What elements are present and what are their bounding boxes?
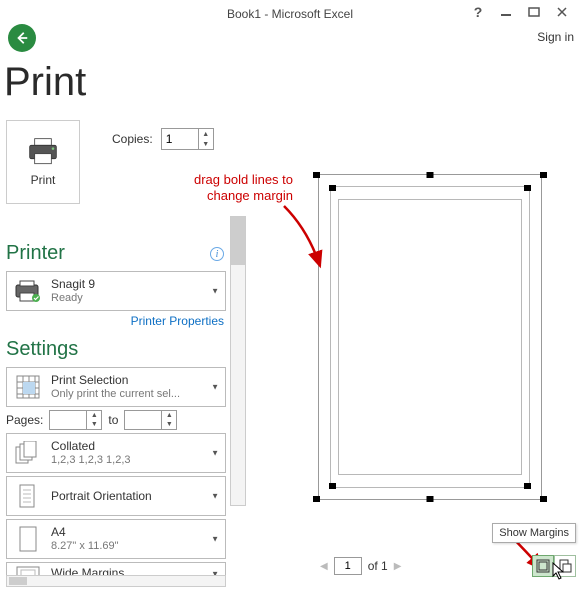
pages-from-input[interactable] xyxy=(50,411,86,429)
page-navigator: ◀ of 1 ▶ xyxy=(320,557,401,575)
margin-guide-inner[interactable] xyxy=(338,199,522,475)
margin-handle[interactable] xyxy=(540,496,547,502)
page-total-label: of 1 xyxy=(368,559,388,573)
show-margins-button[interactable] xyxy=(532,555,554,577)
scrollbar-thumb[interactable] xyxy=(231,217,245,265)
printer-dropdown[interactable]: Snagit 9 Ready ▼ xyxy=(6,271,226,311)
pages-label: Pages: xyxy=(6,413,43,427)
vertical-scrollbar[interactable] xyxy=(230,216,246,506)
back-button[interactable] xyxy=(8,24,36,52)
pages-to-label: to xyxy=(108,413,118,427)
scrollbar-thumb[interactable] xyxy=(9,577,27,585)
margin-handle[interactable] xyxy=(313,496,320,502)
page-title: Print xyxy=(4,60,86,105)
collated-icon xyxy=(13,441,43,465)
margin-handle[interactable] xyxy=(329,483,336,489)
sign-in-link[interactable]: Sign in xyxy=(537,30,574,44)
margin-handle[interactable] xyxy=(313,172,320,178)
print-preview xyxy=(282,166,560,523)
restore-icon[interactable] xyxy=(520,2,548,22)
chevron-down-icon: ▼ xyxy=(211,492,219,501)
chevron-up-icon[interactable]: ▲ xyxy=(162,411,176,420)
horizontal-scrollbar[interactable] xyxy=(6,575,226,587)
tooltip: Show Margins xyxy=(492,523,576,543)
printer-icon xyxy=(26,137,60,167)
paper-main: A4 xyxy=(51,525,119,540)
margin-handle[interactable] xyxy=(329,185,336,191)
orientation-dropdown[interactable]: Portrait Orientation ▼ xyxy=(6,476,226,516)
print-range-main: Print Selection xyxy=(51,373,180,388)
zoom-to-page-button[interactable] xyxy=(554,555,576,577)
chevron-down-icon: ▼ xyxy=(211,383,219,392)
printer-name: Snagit 9 xyxy=(51,277,95,292)
chevron-down-icon[interactable]: ▼ xyxy=(87,420,101,429)
prev-page-icon[interactable]: ◀ xyxy=(320,561,328,572)
window-title: Book1 - Microsoft Excel xyxy=(227,7,353,21)
chevron-down-icon: ▼ xyxy=(211,287,219,296)
portrait-icon xyxy=(13,483,43,509)
printer-status: Ready xyxy=(51,292,95,306)
settings-heading: Settings xyxy=(6,338,226,361)
preview-page[interactable] xyxy=(318,174,542,500)
chevron-down-icon[interactable]: ▼ xyxy=(162,420,176,429)
margin-handle[interactable] xyxy=(427,172,434,178)
chevron-up-icon[interactable]: ▲ xyxy=(87,411,101,420)
close-icon[interactable] xyxy=(548,2,576,22)
margin-handle[interactable] xyxy=(524,185,531,191)
print-range-dropdown[interactable]: Print Selection Only print the current s… xyxy=(6,367,226,407)
info-icon[interactable]: i xyxy=(210,247,224,261)
paper-size-dropdown[interactable]: A4 8.27" x 11.69" ▼ xyxy=(6,519,226,559)
annotation-text: drag bold lines to change margin xyxy=(194,172,293,203)
pages-to-stepper[interactable]: ▲▼ xyxy=(124,410,177,430)
sheet-icon xyxy=(13,374,43,400)
collated-main: Collated xyxy=(51,439,131,454)
printer-properties-link[interactable]: Printer Properties xyxy=(6,314,224,328)
chevron-down-icon: ▼ xyxy=(211,535,219,544)
collation-dropdown[interactable]: Collated 1,2,3 1,2,3 1,2,3 ▼ xyxy=(6,433,226,473)
orientation-main: Portrait Orientation xyxy=(51,489,152,504)
arrow-left-icon xyxy=(15,31,29,45)
paper-sub: 8.27" x 11.69" xyxy=(51,540,119,554)
pages-to-input[interactable] xyxy=(125,411,161,429)
margin-handle[interactable] xyxy=(524,483,531,489)
printer-device-icon xyxy=(13,279,43,303)
print-range-sub: Only print the current sel... xyxy=(51,388,180,402)
help-icon[interactable]: ? xyxy=(464,2,492,22)
margins-toggle-icon xyxy=(536,559,550,573)
minimize-icon[interactable] xyxy=(492,2,520,22)
zoom-page-icon xyxy=(558,559,572,573)
chevron-down-icon: ▼ xyxy=(211,449,219,458)
pages-from-stepper[interactable]: ▲▼ xyxy=(49,410,102,430)
print-button[interactable]: Print xyxy=(6,120,80,204)
print-button-label: Print xyxy=(31,173,56,187)
printer-heading: Printer i xyxy=(6,242,226,265)
page-number-input[interactable] xyxy=(334,557,362,575)
margin-handle[interactable] xyxy=(540,172,547,178)
collated-sub: 1,2,3 1,2,3 1,2,3 xyxy=(51,454,131,468)
page-icon xyxy=(13,525,43,553)
next-page-icon[interactable]: ▶ xyxy=(394,561,402,572)
margin-handle[interactable] xyxy=(427,496,434,502)
